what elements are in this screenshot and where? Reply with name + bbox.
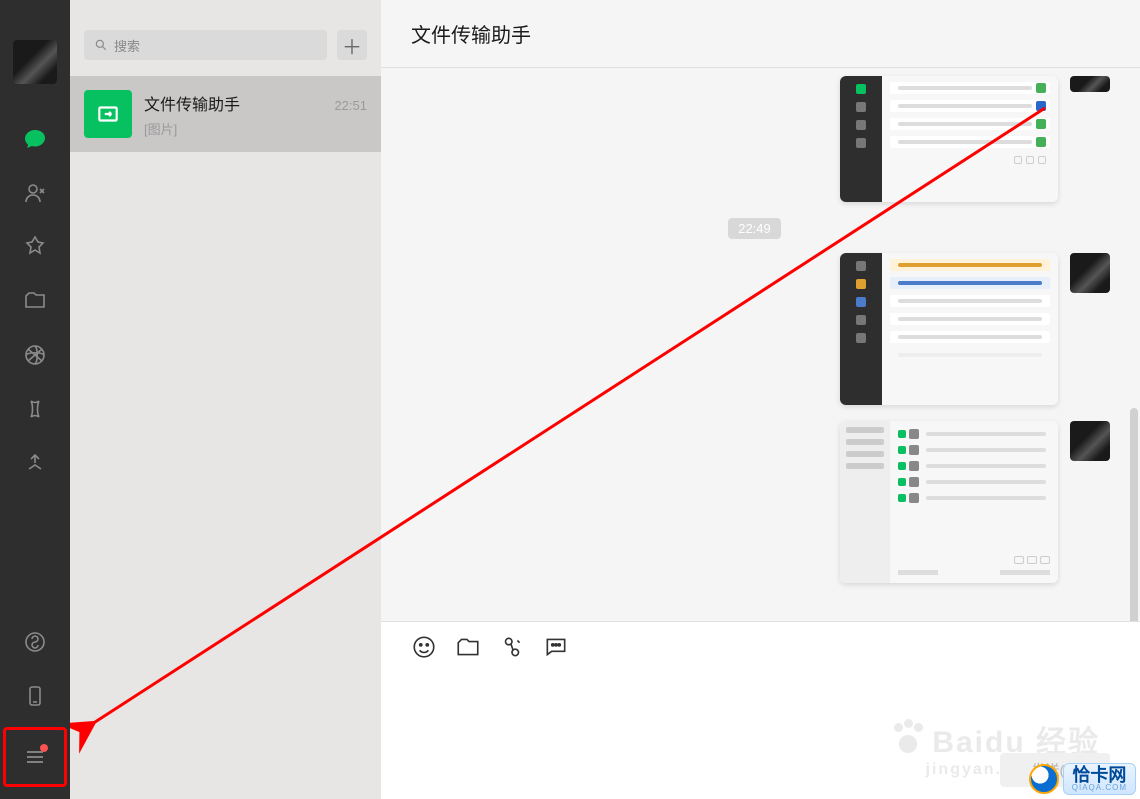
files-icon[interactable] [20, 286, 50, 316]
message-timestamp: 22:49 [728, 218, 781, 239]
search-icon [94, 38, 108, 52]
chat-history-icon[interactable] [543, 634, 569, 660]
chat-icon[interactable] [20, 124, 50, 154]
miniprogram-icon[interactable] [20, 627, 50, 657]
search-placeholder: 搜索 [114, 36, 140, 55]
chat-messages[interactable]: 22:49 [381, 68, 1140, 621]
nav-rail [0, 0, 70, 799]
notification-dot [40, 744, 48, 752]
favorites-icon[interactable] [20, 232, 50, 262]
topstories-icon[interactable] [20, 448, 50, 478]
conversation-avatar [84, 90, 132, 138]
sender-avatar[interactable] [1070, 76, 1110, 92]
user-avatar[interactable] [13, 40, 57, 84]
phone-icon[interactable] [20, 681, 50, 711]
conversation-list-panel: 搜索 ＋ 文件传输助手 22:51 [图片] [70, 0, 381, 799]
add-button[interactable]: ＋ [337, 30, 367, 60]
moments-icon[interactable] [20, 340, 50, 370]
file-icon[interactable] [455, 634, 481, 660]
message-image[interactable] [840, 253, 1058, 405]
chat-title: 文件传输助手 [411, 19, 531, 48]
conversation-time: 22:51 [334, 98, 367, 113]
folder-arrow-icon [95, 101, 121, 127]
settings-button-highlighted[interactable] [3, 727, 67, 787]
conversation-name: 文件传输助手 [144, 91, 240, 115]
message-image[interactable] [840, 76, 1058, 202]
search-input[interactable]: 搜索 [84, 30, 327, 60]
chat-panel: 文件传输助手 22:49 [381, 0, 1140, 799]
sender-avatar[interactable] [1070, 421, 1110, 461]
message-image[interactable] [840, 421, 1058, 583]
conversation-item[interactable]: 文件传输助手 22:51 [图片] [70, 76, 381, 152]
emoji-icon[interactable] [411, 634, 437, 660]
send-button[interactable]: 发送(S) [1000, 753, 1110, 787]
scrollbar[interactable] [1130, 408, 1138, 621]
chat-header: 文件传输助手 [381, 0, 1140, 68]
screenshot-icon[interactable] [499, 634, 525, 660]
chat-input-area[interactable]: Baidu 经验 jingyan.baidu.com 发送(S) [381, 621, 1140, 799]
contacts-icon[interactable] [20, 178, 50, 208]
channels-icon[interactable] [20, 394, 50, 424]
conversation-preview: [图片] [144, 119, 367, 138]
sender-avatar[interactable] [1070, 253, 1110, 293]
